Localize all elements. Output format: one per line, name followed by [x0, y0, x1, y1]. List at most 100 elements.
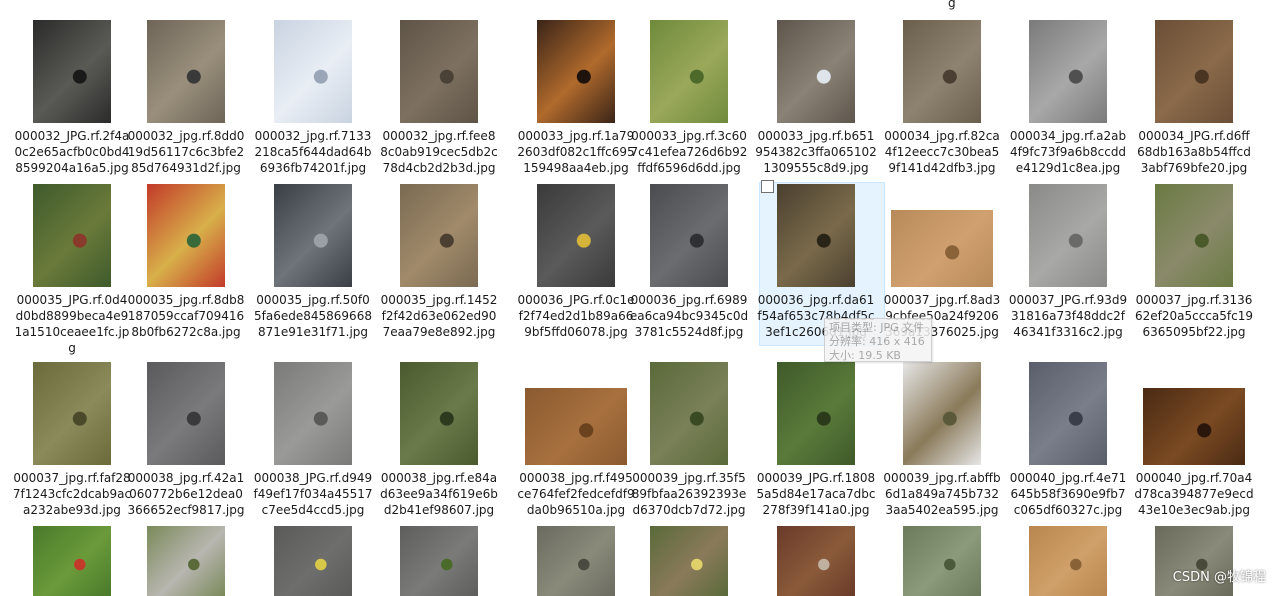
file-name-line: 46341f3316c2.jpg: [1013, 325, 1123, 339]
image-thumbnail[interactable]: [537, 526, 615, 596]
file-name-line: 000035_jpg.rf.1452: [380, 293, 498, 307]
file-name-line: 000032_jpg.rf.7133: [254, 129, 372, 143]
image-thumbnail[interactable]: [1029, 362, 1107, 465]
image-thumbnail[interactable]: [537, 20, 615, 123]
file-name-label: 000032_jpg.rf.7133 218ca5f644dad64b 6936fb…: [250, 128, 376, 176]
image-thumbnail[interactable]: [274, 526, 352, 596]
file-name-label: 000035_jpg.rf.8db8 187059ccaf709416 8b0fb6…: [123, 292, 249, 340]
file-name-line: 3781c5524d8f.jpg: [634, 325, 744, 339]
file-name-line: 6365095bf22.jpg: [1142, 325, 1246, 339]
file-name-line: 000032_jpg.rf.fee8: [382, 129, 496, 143]
file-name-label: 000035_JPG.rf.0d4 d0bd8899beca4e9 1a1510ce…: [9, 292, 135, 356]
file-name-line: e4129d1c8ea.jpg: [1015, 161, 1121, 175]
file-name-line: 1a1510ceaee1fc.jp: [14, 325, 130, 339]
file-name-label: 000032_JPG.rf.2f4a 0c2e65acfb0c0bd4 859920…: [9, 128, 135, 176]
image-thumbnail[interactable]: [33, 526, 111, 596]
file-name-label: 000037_JPG.rf.93d9 31816a73f48ddc2f 46341f…: [1005, 292, 1131, 340]
file-name-line: 000039_jpg.rf.35f5: [632, 471, 746, 485]
file-name-line: 9bf5ffd06078.jpg: [524, 325, 628, 339]
file-name-line: 000037_jpg.rf.8ad3: [883, 293, 1001, 307]
image-thumbnail[interactable]: [33, 20, 111, 123]
image-thumbnail[interactable]: [537, 184, 615, 287]
file-name-label: 000038_jpg.rf.f495 ce764fef2fedcefdf9 da0b…: [513, 470, 639, 518]
image-thumbnail[interactable]: [777, 184, 855, 287]
image-thumbnail[interactable]: [1029, 184, 1107, 287]
file-name-line: 187059ccaf709416: [127, 309, 245, 323]
file-name-line: c7ee5d4ccd5.jpg: [261, 503, 365, 517]
file-name-line: 278f39f141a0.jpg: [762, 503, 870, 517]
file-name-line: 000038_jpg.rf.42a1: [127, 471, 245, 485]
image-thumbnail[interactable]: [777, 362, 855, 465]
image-thumbnail[interactable]: [33, 362, 111, 465]
image-thumbnail[interactable]: [777, 20, 855, 123]
file-name-line: 4f9fc73f9a6b8ccdd: [1009, 145, 1127, 159]
file-name-line: 5fa6ede845869668: [254, 309, 372, 323]
select-checkbox[interactable]: [761, 180, 774, 193]
image-thumbnail[interactable]: [1143, 388, 1245, 465]
file-name-line: da0b96510a.jpg: [526, 503, 626, 517]
file-name-line: 000039_JPG.rf.1808: [756, 471, 876, 485]
file-name-line: ffdf6596d6dd.jpg: [637, 161, 741, 175]
image-thumbnail[interactable]: [400, 20, 478, 123]
file-name-line: g: [68, 341, 76, 355]
file-name-line: 000036_jpg.rf.6989: [630, 293, 748, 307]
file-name-line: 000040_jpg.rf.70a4: [1135, 471, 1253, 485]
image-thumbnail[interactable]: [274, 362, 352, 465]
image-thumbnail[interactable]: [147, 184, 225, 287]
image-thumbnail[interactable]: [650, 362, 728, 465]
file-name-line: 9f141d42dfb3.jpg: [888, 161, 996, 175]
image-thumbnail[interactable]: [650, 20, 728, 123]
file-name-line: ea6ca94bc9345c0d: [629, 309, 749, 323]
file-name-line: 000037_jpg.rf.faf28: [13, 471, 131, 485]
image-thumbnail[interactable]: [147, 526, 225, 596]
file-name-line: 89fbfaa26392393e: [631, 487, 747, 501]
image-thumbnail[interactable]: [274, 184, 352, 287]
file-name-line: a232abe93d.jpg: [23, 503, 121, 517]
file-name-line: 85d764931d2f.jpg: [131, 161, 241, 175]
file-name-line: 645b58f3690e9fb7: [1010, 487, 1126, 501]
file-name-line: 954382c3ffa065102: [755, 145, 877, 159]
image-thumbnail[interactable]: [400, 526, 478, 596]
image-thumbnail[interactable]: [777, 526, 855, 596]
file-name-line: 000036_JPG.rf.0c1e: [517, 293, 635, 307]
file-name-line: 366652ecf9817.jpg: [127, 503, 245, 517]
image-thumbnail[interactable]: [525, 388, 627, 465]
file-name-line: 000038_jpg.rf.f495: [519, 471, 633, 485]
image-thumbnail[interactable]: [1155, 526, 1233, 596]
file-name-line: 78d4cb2d2b3d.jpg: [382, 161, 496, 175]
image-thumbnail[interactable]: [1029, 526, 1107, 596]
image-thumbnail[interactable]: [147, 20, 225, 123]
image-thumbnail[interactable]: [1029, 20, 1107, 123]
file-name-line: 3abf769bfe20.jpg: [1140, 161, 1248, 175]
image-thumbnail[interactable]: [400, 184, 478, 287]
file-name-line: 8b0fb6272c8a.jpg: [131, 325, 241, 339]
image-thumbnail[interactable]: [650, 184, 728, 287]
file-name-line: 000037_JPG.rf.93d9: [1008, 293, 1128, 307]
image-thumbnail[interactable]: [903, 20, 981, 123]
image-thumbnail[interactable]: [400, 362, 478, 465]
file-name-line: 000032_jpg.rf.8dd0: [127, 129, 245, 143]
file-name-line: 8599204a16a5.jpg: [15, 161, 129, 175]
file-name-line: 871e91e31f71.jpg: [257, 325, 369, 339]
image-thumbnail[interactable]: [33, 184, 111, 287]
image-thumbnail[interactable]: [274, 20, 352, 123]
file-name-line: 2603df082c1ffc695: [517, 145, 635, 159]
file-name-label: 000034_jpg.rf.a2ab 4f9fc73f9a6b8ccdd e4129…: [1005, 128, 1131, 176]
image-thumbnail[interactable]: [147, 362, 225, 465]
image-thumbnail[interactable]: [891, 210, 993, 287]
file-name-line: d78ca394877e9ecd: [1134, 487, 1254, 501]
file-name-line: 31816a73f48ddc2f: [1011, 309, 1125, 323]
image-thumbnail[interactable]: [1155, 184, 1233, 287]
image-thumbnail[interactable]: [1155, 20, 1233, 123]
file-name-line: 43e10e3ec9ab.jpg: [1138, 503, 1250, 517]
file-name-line: 000034_jpg.rf.a2ab: [1009, 129, 1127, 143]
file-name-label: 000036_jpg.rf.6989 ea6ca94bc9345c0d 3781c5…: [626, 292, 752, 340]
image-thumbnail[interactable]: [903, 362, 981, 465]
image-thumbnail[interactable]: [903, 526, 981, 596]
image-thumbnail[interactable]: [650, 526, 728, 596]
file-name-line: 159498aa4eb.jpg: [523, 161, 629, 175]
file-name-line: 000036_jpg.rf.da61: [757, 293, 875, 307]
file-name-line: 000034_jpg.rf.82ca: [884, 129, 1000, 143]
file-name-label: 000033_jpg.rf.b651 954382c3ffa065102 13095…: [753, 128, 879, 176]
file-name-line: d2b41ef98607.jpg: [383, 503, 495, 517]
